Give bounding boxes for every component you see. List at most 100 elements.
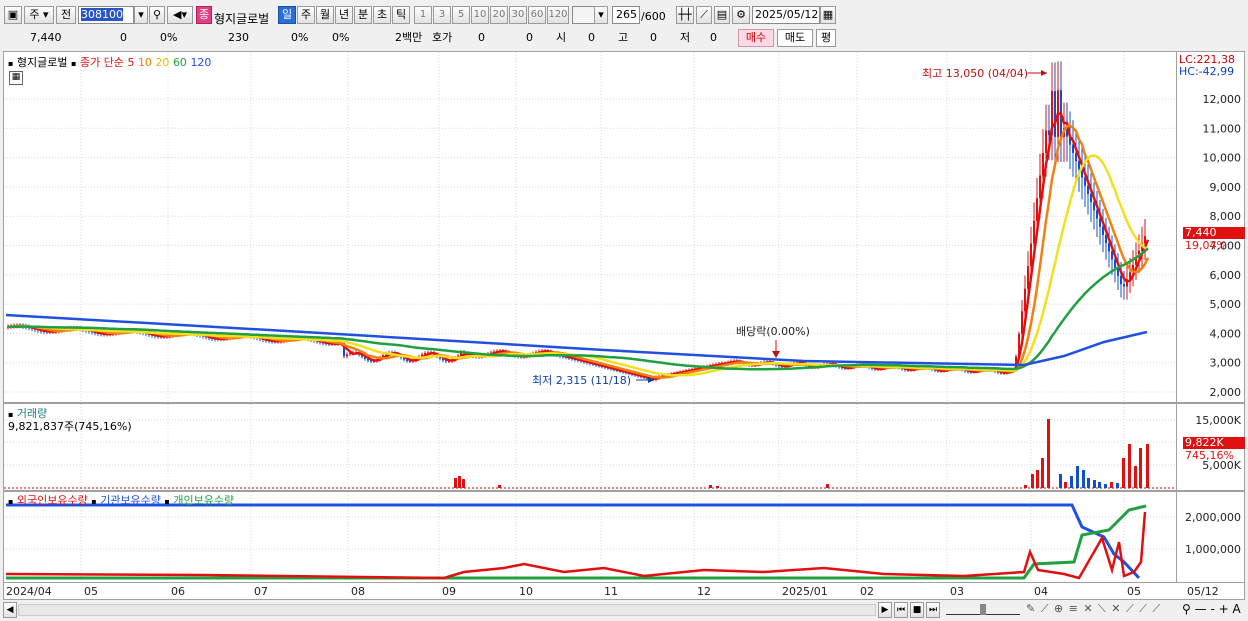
fast-forward-icon[interactable]: ⏭ <box>926 602 940 618</box>
drawing-tools[interactable]: ✎ ⟋ ⊕ ≡ ✕ ⟍ ✕ ⟋ ⟋ ⟋ <box>1026 602 1161 616</box>
zoom-slider[interactable] <box>946 604 1020 615</box>
volume-chart[interactable] <box>4 404 1176 490</box>
interval-tab-6[interactable]: 60 <box>528 6 546 24</box>
speaker-icon[interactable]: ◀▾ <box>167 6 193 24</box>
interval-tab-3[interactable]: 10 <box>471 6 489 24</box>
font-size-icon[interactable]: A <box>1233 602 1241 616</box>
x-tick-label: 05 <box>1127 585 1141 598</box>
prev-button[interactable]: 전 <box>56 6 76 24</box>
quote-diff: 0 <box>120 31 127 44</box>
volume-bar <box>1093 480 1096 488</box>
chart-toolbar: ▣ 주 ▾ 전 308100 ▾ ⚲ ◀▾ 종 형지글로벌 일주월년분초틱 13… <box>0 4 1248 26</box>
scroll-right-icon[interactable]: ▶ <box>878 602 892 618</box>
quote-volume: 230 <box>228 31 249 44</box>
rewind-icon[interactable]: ⏮ <box>894 602 908 618</box>
volume-bar <box>826 484 829 488</box>
period-tab-4[interactable]: 분 <box>354 6 372 24</box>
low-label: 저 <box>680 31 691 44</box>
volume-y-tick: 15,000K <box>1195 414 1241 427</box>
price-y-tick: 11,000 <box>1203 122 1242 135</box>
last-volume-badge: 9,822K <box>1183 437 1245 449</box>
volume-bar <box>1041 458 1044 488</box>
interval-tab-1[interactable]: 3 <box>433 6 451 24</box>
legend-ma20: 20 <box>155 56 170 69</box>
volume-bar <box>1128 444 1131 488</box>
high-arrow-head <box>1041 70 1047 76</box>
open-label: 시 <box>556 31 567 44</box>
sell-button[interactable]: 매도 <box>777 29 813 47</box>
hc-value: HC:-42,99 <box>1179 65 1235 78</box>
candle-body <box>1048 130 1050 136</box>
legend-ma5: 5 <box>127 56 135 69</box>
eval-button[interactable]: 평 <box>816 29 836 47</box>
period-tab-5[interactable]: 초 <box>373 6 391 24</box>
holding-axis: 2,000,000 1,000,000 <box>1177 491 1245 583</box>
x-tick-label: 10 <box>519 585 533 598</box>
volume-bar <box>1082 470 1085 488</box>
volume-bar <box>462 479 465 488</box>
stop-icon[interactable]: ■ <box>910 602 924 618</box>
minus-icon[interactable]: - <box>1210 602 1214 616</box>
calendar-icon[interactable]: ▦ <box>820 6 836 24</box>
x-tick-label: 03 <box>950 585 964 598</box>
buy-button[interactable]: 매수 <box>738 29 774 47</box>
price-y-tick: 9,000 <box>1210 181 1242 194</box>
holding-y-tick: 1,000,000 <box>1185 543 1241 556</box>
price-y-tick: 12,000 <box>1203 93 1242 106</box>
volume-axis: 15,000K10,000K5,000K 9,822K 745,16% <box>1177 403 1245 491</box>
candle-body <box>1054 91 1056 137</box>
candle-body <box>346 354 348 357</box>
interval-tab-7[interactable]: 120 <box>547 6 569 24</box>
zoom-out-icon[interactable]: — <box>1195 602 1207 616</box>
volume-panel: ▪ 거래량 9,821,837주(745,16%) <box>3 403 1177 491</box>
price-y-tick: 8,000 <box>1210 210 1242 223</box>
search-icon[interactable]: ⚲ <box>149 6 165 24</box>
volume-bar <box>1076 466 1079 488</box>
period-tab-3[interactable]: 년 <box>335 6 353 24</box>
quote-rate: 0% <box>160 31 178 44</box>
stock-code-input[interactable]: 308100 <box>78 6 134 24</box>
interval-tab-5[interactable]: 30 <box>509 6 527 24</box>
volume-bar <box>1110 482 1113 488</box>
zoom-slider-handle[interactable] <box>980 604 986 615</box>
period-tab-1[interactable]: 주 <box>297 6 315 24</box>
period-tab-2[interactable]: 월 <box>316 6 334 24</box>
volume-bar <box>1116 483 1119 488</box>
price-y-tick: 6,000 <box>1210 269 1242 282</box>
zoom-search-icon[interactable]: ⚲ <box>1182 602 1191 616</box>
dividend-annotation: 배당락(0.00%) <box>736 325 810 338</box>
candle-type-icon[interactable]: ┼┼ <box>676 6 694 24</box>
high-value: 0 <box>650 31 657 44</box>
volume-bar <box>1064 482 1067 488</box>
plus-icon[interactable]: + <box>1219 602 1229 616</box>
code-dropdown-icon[interactable]: ▾ <box>134 6 148 24</box>
save-icon[interactable]: ▤ <box>714 6 730 24</box>
gear-icon[interactable]: ⚙ <box>732 6 750 24</box>
scroll-left-icon[interactable]: ◀ <box>3 602 17 618</box>
period-tab-0[interactable]: 일 <box>278 6 296 24</box>
volume-value: 9,821,837주(745,16%) <box>8 420 132 433</box>
legend-stock-name: 형지글로벌 <box>16 56 68 69</box>
low-annotation: 최저 2,315 (11/18) <box>532 374 631 387</box>
interval-dropdown-icon[interactable]: ▾ <box>594 6 608 24</box>
interval-tab-0[interactable]: 1 <box>414 6 432 24</box>
price-chart[interactable]: 최고 13,050 (04/04) 최저 2,315 (11/18) 배당락(0.0… <box>4 52 1176 402</box>
candle-body <box>1045 130 1047 153</box>
hoga-value-1: 0 <box>478 31 485 44</box>
price-axis: 12,000 11,000 10,000 9,000 8,000 7,000 6,000 5,… <box>1177 51 1245 403</box>
dividend-arrow-head <box>772 351 780 358</box>
horizontal-scrollbar[interactable] <box>18 604 876 616</box>
draw-tool-icon[interactable]: ⟋ <box>696 6 712 24</box>
interval-tab-2[interactable]: 5 <box>452 6 470 24</box>
count-input[interactable]: 265 <box>612 6 640 24</box>
market-select[interactable]: 주 ▾ <box>24 6 54 24</box>
candle-body <box>1120 275 1122 285</box>
ma20-line <box>8 154 1149 377</box>
window-menu-icon[interactable]: ▣ <box>4 6 22 24</box>
grid-toggle-icon[interactable]: ▦ <box>9 71 23 85</box>
x-tick-label: 2024/04 <box>6 585 52 598</box>
interval-tab-4[interactable]: 20 <box>490 6 508 24</box>
zoom-tools[interactable]: ⚲ — - + A <box>1182 602 1241 616</box>
date-input[interactable]: 2025/05/12 <box>752 6 820 24</box>
period-tab-6[interactable]: 틱 <box>392 6 410 24</box>
